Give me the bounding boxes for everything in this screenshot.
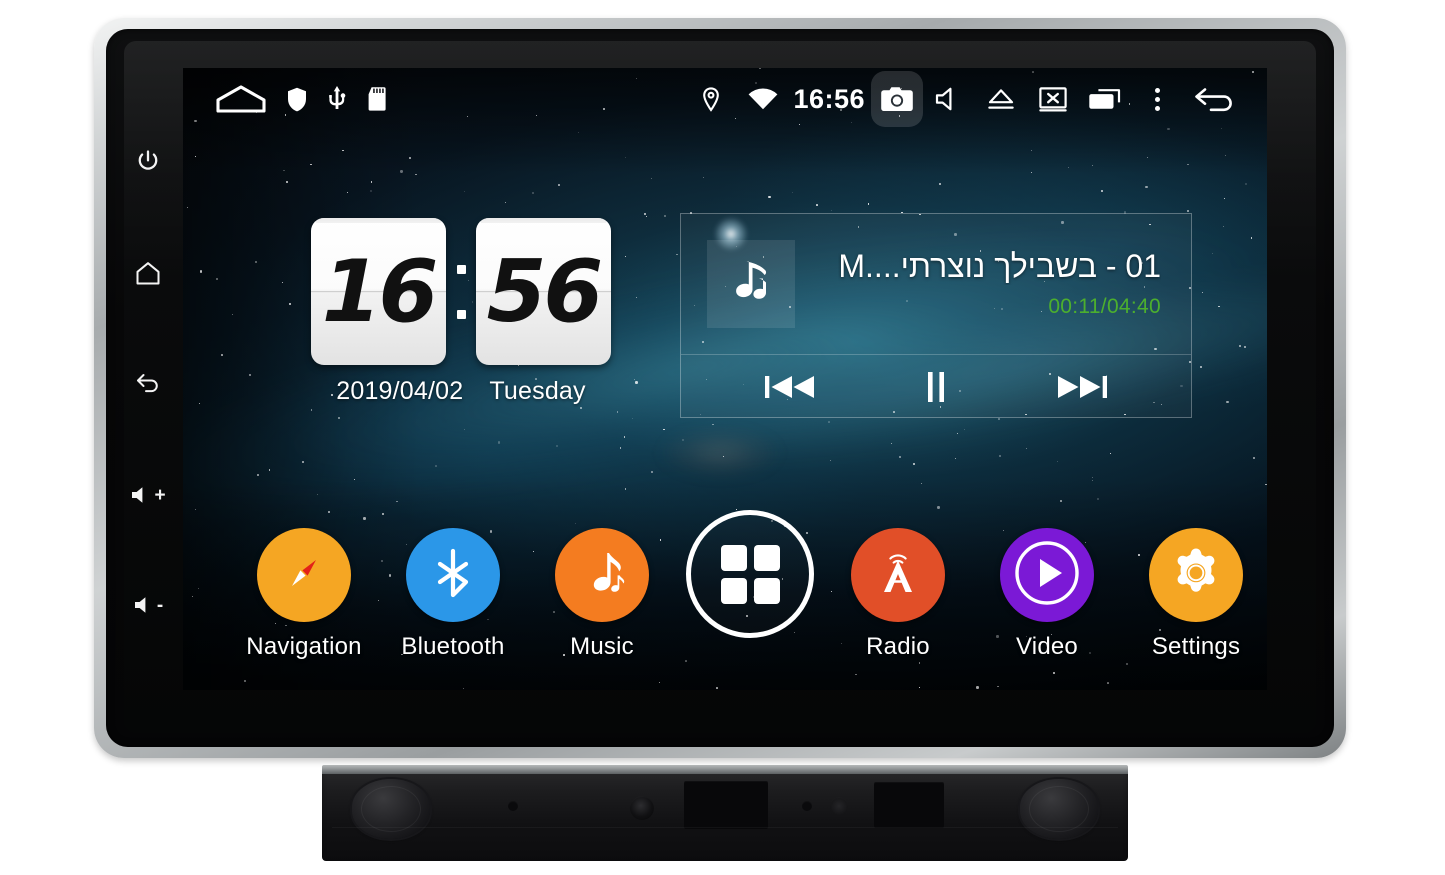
music-widget-info: 01 - בשבילך נוצרתי....M 00:11/04:40 xyxy=(681,214,1191,354)
clock-minutes: 56 xyxy=(486,241,604,342)
track-meta: 01 - בשבילך נוצרתי....M 00:11/04:40 xyxy=(795,249,1179,319)
chassis-knob-right[interactable] xyxy=(1020,779,1098,839)
wallpaper-warm-glow xyxy=(659,428,780,477)
clock-subline: 2019/04/02 Tuesday xyxy=(311,377,611,406)
screen-off-icon[interactable] xyxy=(1027,71,1079,127)
clock-colon xyxy=(456,218,466,365)
navigation-app-label: Navigation xyxy=(246,633,362,660)
dock-app-radio[interactable]: Radio xyxy=(833,528,963,661)
status-bar-clock: 16:56 xyxy=(793,83,865,114)
location-icon[interactable] xyxy=(685,71,737,127)
gear-icon xyxy=(1165,542,1227,609)
radio-app-label: Radio xyxy=(866,633,930,660)
chassis-vent-hole xyxy=(830,797,848,815)
camera-icon[interactable] xyxy=(871,71,923,127)
settings-app-label: Settings xyxy=(1151,633,1241,660)
back-arrow-icon xyxy=(134,370,162,396)
radio-app-circle xyxy=(851,528,945,622)
dock-app-video[interactable]: Video xyxy=(982,528,1112,661)
dock-app-navigation[interactable]: Navigation xyxy=(239,528,369,661)
status-bar-left-group xyxy=(183,83,387,115)
back-button[interactable] xyxy=(112,360,184,406)
connector-port-2 xyxy=(874,782,944,828)
aux-jack-port xyxy=(630,796,654,820)
shield-icon xyxy=(287,87,307,112)
app-dock: Navigation Bluetooth Music Radio Video S… xyxy=(183,510,1267,676)
overflow-menu-icon[interactable] xyxy=(1131,71,1183,127)
album-art xyxy=(707,240,795,328)
clock-hours: 16 xyxy=(321,241,439,342)
three-dots xyxy=(1154,87,1160,111)
music-app-circle xyxy=(555,528,649,622)
volume-up-button[interactable]: + xyxy=(112,472,184,518)
chassis-knob-left[interactable] xyxy=(352,779,430,839)
track-title: 01 - בשבילך נוצרתי....M xyxy=(838,249,1161,285)
dock-app-music[interactable]: Music xyxy=(537,528,667,661)
mute-icon[interactable] xyxy=(923,71,975,127)
clock-widget[interactable]: 16 56 2019/04/02 Tuesday xyxy=(311,218,611,406)
apps-grid-icon xyxy=(720,544,780,604)
home-indicator-icon xyxy=(215,83,267,115)
status-bar-right-group: 16:56 xyxy=(685,71,1267,127)
sdcard-icon xyxy=(367,86,387,112)
device-chassis xyxy=(322,765,1128,861)
previous-track-button[interactable] xyxy=(748,360,832,414)
eject-icon[interactable] xyxy=(975,71,1027,127)
chassis-lip xyxy=(322,765,1128,774)
clock-weekday: Tuesday xyxy=(489,377,586,405)
volume-down-label: - xyxy=(156,594,164,616)
dock-app-apps-grid[interactable] xyxy=(675,510,825,649)
bluetooth-app-circle xyxy=(406,528,500,622)
volume-icon xyxy=(130,485,152,505)
power-icon xyxy=(135,148,161,174)
home-icon xyxy=(134,260,162,286)
clock-hours-card: 16 xyxy=(311,218,447,365)
clock-date: 2019/04/02 xyxy=(336,377,464,405)
music-app-label: Music xyxy=(570,633,634,660)
music-note-icon xyxy=(722,253,780,316)
dock-app-bluetooth[interactable]: Bluetooth xyxy=(388,528,518,661)
dock-app-settings[interactable]: Settings xyxy=(1131,528,1261,661)
usb-icon xyxy=(327,86,347,112)
volume-up-label: + xyxy=(154,484,166,506)
chassis-seam xyxy=(332,827,1118,828)
hardware-key-column: + - xyxy=(112,110,184,670)
recents-icon[interactable] xyxy=(1079,71,1131,127)
next-track-button[interactable] xyxy=(1040,360,1124,414)
back-icon[interactable] xyxy=(1183,71,1245,127)
chassis-screw-hole-left xyxy=(508,801,518,811)
navigation-app-circle xyxy=(257,528,351,622)
connector-port-1 xyxy=(684,781,768,829)
chassis-screw-hole-right xyxy=(802,801,812,811)
screenshot-root: + - 16:56 16 56 2019/04/02 Tuesday 01 - … xyxy=(0,0,1445,875)
wifi-icon[interactable] xyxy=(737,71,789,127)
bluetooth-icon xyxy=(427,547,479,604)
radio-tower-icon xyxy=(870,545,926,606)
apps-grid-circle xyxy=(686,510,814,638)
settings-app-circle xyxy=(1149,528,1243,622)
video-app-circle xyxy=(1000,528,1094,622)
power-button[interactable] xyxy=(112,138,184,184)
play-icon xyxy=(1009,535,1085,616)
compass-icon xyxy=(276,545,332,606)
volume-down-button[interactable]: - xyxy=(112,582,184,628)
bluetooth-app-label: Bluetooth xyxy=(401,633,505,660)
music-note-icon xyxy=(575,546,629,605)
track-time: 00:11/04:40 xyxy=(1048,294,1161,318)
clock-minutes-card: 56 xyxy=(475,218,611,365)
display-screen[interactable]: 16:56 16 56 2019/04/02 Tuesday 01 - בשבי… xyxy=(183,68,1267,690)
video-app-label: Video xyxy=(1016,633,1078,660)
music-widget[interactable]: 01 - בשבילך נוצרתי....M 00:11/04:40 xyxy=(680,213,1192,418)
app-dock-row: Navigation Bluetooth Music Radio Video S… xyxy=(183,510,1267,676)
volume-icon xyxy=(133,595,155,615)
pause-button[interactable] xyxy=(894,360,978,414)
music-widget-controls xyxy=(681,355,1191,418)
status-bar: 16:56 xyxy=(183,68,1267,130)
home-button[interactable] xyxy=(112,250,184,296)
flip-clock: 16 56 xyxy=(311,218,611,365)
